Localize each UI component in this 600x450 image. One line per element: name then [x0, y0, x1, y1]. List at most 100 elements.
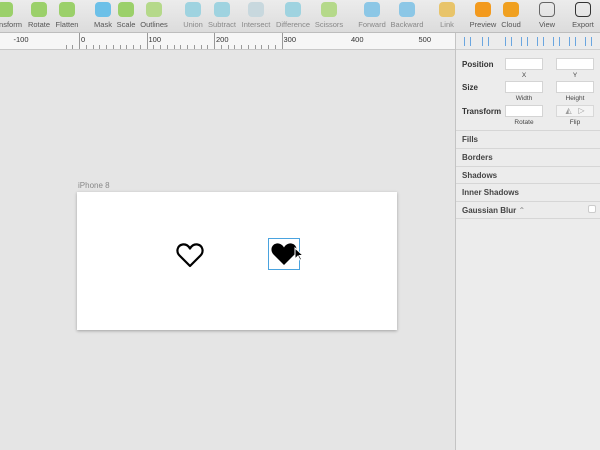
toolbar-backward-button[interactable]: Backward: [385, 2, 429, 29]
align-icon[interactable]: [482, 37, 489, 46]
section-gaussian-blur[interactable]: Gaussian Blur ⌃: [456, 201, 600, 219]
x-input[interactable]: [505, 58, 543, 70]
align-icon[interactable]: [464, 37, 471, 46]
ruler-tick: [241, 45, 242, 49]
ruler-tick: [214, 33, 215, 49]
ruler-tick: [139, 45, 141, 49]
ruler-tick: [234, 45, 236, 49]
horizontal-ruler[interactable]: -100 0 100 200 300 400 500: [0, 33, 455, 50]
ruler-tick: [119, 45, 121, 49]
gaussian-blur-label: Gaussian Blur: [462, 206, 517, 215]
y-label: Y: [572, 72, 578, 79]
ruler-tick: [200, 45, 202, 49]
align-icon[interactable]: [553, 37, 560, 46]
section-fills[interactable]: Fills: [456, 130, 600, 148]
forward-icon: [364, 2, 380, 17]
ruler-tick: [254, 45, 256, 49]
ruler-tick: [187, 45, 188, 49]
ruler-label: 400: [351, 35, 364, 44]
section-shadows[interactable]: Shadows: [456, 166, 600, 184]
align-icon[interactable]: [521, 37, 528, 46]
ruler-tick: [126, 45, 128, 49]
section-inner-shadows[interactable]: Inner Shadows: [456, 183, 600, 201]
align-icon[interactable]: [505, 37, 512, 46]
export-icon: [575, 2, 591, 17]
ruler-tick: [72, 45, 74, 49]
flatten-icon: [59, 2, 75, 17]
flip-vertical-icon[interactable]: ▷: [578, 106, 584, 115]
ruler-tick: [106, 45, 107, 49]
position-label: Position: [462, 60, 494, 69]
intersect-icon: [248, 2, 264, 17]
link-icon: [439, 2, 455, 17]
artboard[interactable]: [77, 192, 397, 330]
subtract-icon: [214, 2, 230, 17]
artboard-label[interactable]: iPhone 8: [78, 181, 110, 190]
ruler-tick: [207, 45, 209, 49]
transform-label: Transform: [462, 107, 502, 116]
ruler-tick: [166, 45, 168, 49]
transform-icon: [0, 2, 13, 17]
ruler-label: 500: [418, 35, 432, 44]
ruler-tick: [268, 45, 269, 49]
inspector-panel: Position X Y Size Width Height Transform…: [455, 33, 600, 450]
cursor-icon: [294, 247, 304, 261]
toolbar-label: Export: [572, 20, 594, 29]
union-icon: [185, 2, 201, 17]
ruler-tick: [92, 45, 94, 49]
ruler-label: 300: [283, 35, 297, 44]
x-label: X: [521, 72, 527, 79]
ruler-tick: [173, 45, 175, 49]
section-borders[interactable]: Borders: [456, 148, 600, 166]
toolbar-scissors-button[interactable]: Scissors: [307, 2, 351, 29]
ruler-tick: [281, 33, 283, 49]
height-input[interactable]: [556, 81, 594, 93]
cloud-icon: [503, 2, 519, 17]
align-icon[interactable]: [537, 37, 544, 46]
backward-icon: [399, 2, 415, 17]
ruler-tick: [227, 45, 229, 49]
ruler-tick: [99, 45, 101, 49]
ruler-tick: [247, 45, 249, 49]
align-icon[interactable]: [585, 37, 592, 46]
flip-buttons[interactable]: ◭ ▷: [556, 105, 594, 117]
toolbar-label: Scissors: [314, 20, 344, 29]
ruler-label: -100: [13, 35, 29, 44]
ruler-tick: [133, 45, 134, 49]
size-label: Size: [462, 83, 479, 92]
toolbar-export-button[interactable]: Export: [561, 2, 600, 29]
toolbar-label: Backward: [390, 20, 424, 29]
align-icon[interactable]: [569, 37, 576, 46]
view-icon: [539, 2, 555, 17]
ruler-label: 200: [216, 35, 229, 44]
ruler-label: 0: [81, 35, 86, 44]
y-input[interactable]: [556, 58, 594, 70]
stepper-icon[interactable]: ⌃: [518, 206, 525, 215]
gaussian-blur-checkbox[interactable]: [588, 205, 596, 213]
height-label: Height: [565, 95, 585, 102]
ruler-tick: [85, 45, 87, 49]
scissors-icon: [321, 2, 337, 17]
ruler-tick: [65, 45, 67, 49]
alignment-toolbar: [456, 33, 600, 50]
toolbar-outlines-button[interactable]: Outlines: [132, 2, 176, 29]
flip-label: Flip: [569, 119, 581, 126]
ruler-tick: [146, 33, 148, 49]
heart-outline-icon[interactable]: [176, 242, 204, 268]
toolbar-label: Outlines: [140, 20, 168, 29]
difference-icon: [285, 2, 301, 17]
rotate-input[interactable]: [505, 105, 543, 117]
flip-horizontal-icon[interactable]: ◭: [566, 106, 572, 115]
ruler-tick: [220, 45, 222, 49]
width-label: Width: [515, 95, 533, 102]
width-input[interactable]: [505, 81, 543, 93]
ruler-tick: [79, 33, 80, 49]
ruler-tick: [180, 45, 182, 49]
outlines-icon: [146, 2, 162, 17]
ruler-tick: [112, 45, 114, 49]
ruler-tick: [160, 45, 161, 49]
ruler-tick: [193, 45, 195, 49]
ruler-label: 100: [148, 35, 162, 44]
ruler-tick: [153, 45, 155, 49]
toolbar: TransformRotateFlattenMaskScaleOutlinesU…: [0, 0, 600, 33]
